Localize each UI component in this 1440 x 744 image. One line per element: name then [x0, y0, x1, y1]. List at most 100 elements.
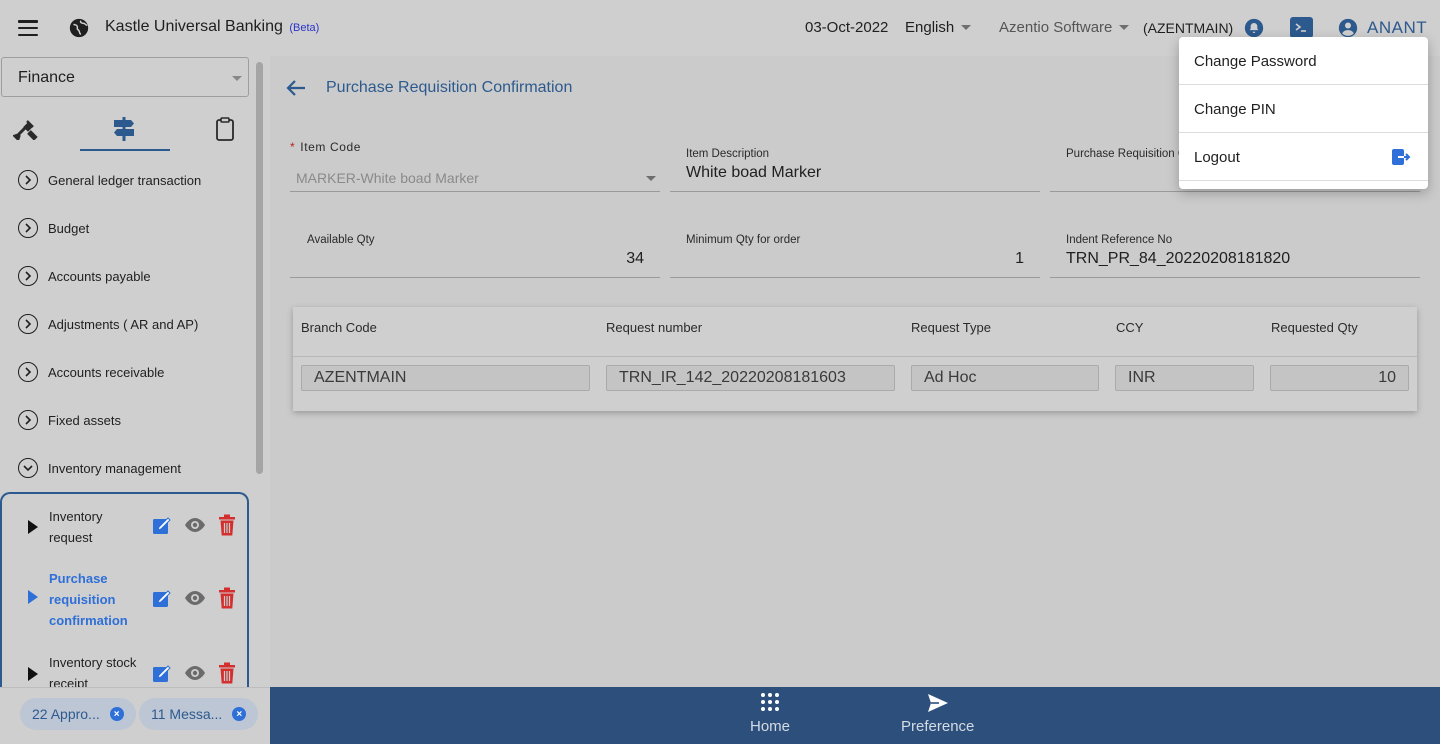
change-password-menu-item[interactable]: Change Password	[1179, 37, 1428, 85]
tools-icon	[13, 120, 38, 140]
submenu-item-label: Purchase requisition confirmation	[49, 571, 128, 628]
chevron-right-icon	[18, 266, 38, 286]
module-label: Finance	[18, 69, 75, 86]
edit-icon[interactable]	[152, 515, 172, 535]
divider	[1179, 180, 1428, 181]
user-menu-dropdown: Change Password Change PIN Logout	[1179, 37, 1428, 189]
messages-chip[interactable]: 11 Messa... ×	[139, 698, 259, 730]
sidebar-item-label: Fixed assets	[48, 412, 121, 428]
chevron-down-icon	[961, 25, 972, 30]
chevron-down-icon	[18, 458, 38, 478]
item-code-label: * Item Code	[290, 140, 362, 154]
purchase-requisition-label: Purchase Requisition C	[1066, 148, 1187, 160]
row-actions	[152, 587, 236, 609]
clipboard-icon	[216, 117, 234, 141]
page-title: Purchase Requisition Confirmation	[326, 79, 573, 96]
sidebar-item-label: Accounts receivable	[48, 364, 165, 380]
minimum-qty-field[interactable]: Minimum Qty for order 1	[670, 228, 1040, 278]
menu-item-label: Change PIN	[1194, 100, 1276, 118]
language-selector[interactable]: English	[905, 19, 972, 36]
minimum-qty-value: 1	[1015, 250, 1024, 267]
edit-icon[interactable]	[152, 588, 172, 608]
sidebar-item-budget[interactable]: Budget	[18, 216, 89, 240]
sidebar-item-general-ledger[interactable]: General ledger transaction	[18, 168, 201, 192]
logout-menu-item[interactable]: Logout	[1179, 133, 1428, 181]
indent-reference-field[interactable]: Indent Reference No TRN_PR_84_2022020818…	[1050, 228, 1420, 278]
tab-navigation[interactable]	[104, 112, 144, 146]
view-icon[interactable]	[184, 517, 206, 533]
sidebar-item-label: Budget	[48, 220, 90, 236]
available-qty-field[interactable]: Available Qty 34	[290, 228, 660, 278]
view-icon[interactable]	[184, 665, 206, 681]
chevron-right-icon	[18, 170, 38, 190]
approvals-chip[interactable]: 22 Appro... ×	[20, 698, 136, 730]
grid-header: Branch Code Request number Request Type …	[293, 307, 1417, 357]
chevron-down-icon	[232, 76, 242, 81]
item-description-label: Item Description	[686, 148, 770, 160]
sidebar-item-fixed-assets[interactable]: Fixed assets	[18, 408, 121, 432]
request-number-cell[interactable]: TRN_IR_142_20220208181603	[606, 365, 895, 391]
requested-qty-cell[interactable]: 10	[1270, 365, 1409, 391]
close-icon[interactable]: ×	[109, 707, 124, 721]
chevron-right-icon	[18, 218, 38, 238]
column-header: Branch Code	[301, 320, 377, 335]
sidebar-item-inventory-management[interactable]: Inventory management	[18, 456, 181, 480]
home-label: Home	[750, 718, 791, 735]
item-code-value: MARKER-White boad Marker	[296, 170, 479, 186]
bell-icon[interactable]	[1244, 18, 1264, 38]
delete-icon[interactable]	[218, 587, 236, 609]
current-date: 03-Oct-2022	[805, 19, 889, 36]
globe-icon	[69, 18, 89, 38]
branch-code-cell[interactable]: AZENTMAIN	[301, 365, 590, 391]
ccy-cell[interactable]: INR	[1115, 365, 1254, 391]
play-arrow-icon	[28, 520, 38, 534]
back-arrow-icon[interactable]	[286, 79, 306, 97]
user-avatar-icon[interactable]	[1338, 18, 1358, 38]
beta-label: (Beta)	[289, 22, 320, 34]
column-header: Request number	[606, 320, 703, 335]
logout-icon	[1392, 149, 1411, 165]
request-type-cell[interactable]: Ad Hoc	[911, 365, 1099, 391]
chevron-right-icon	[18, 362, 38, 382]
home-nav-button[interactable]: Home	[750, 693, 790, 735]
menu-item-label: Change Password	[1194, 52, 1317, 70]
delete-icon[interactable]	[218, 662, 236, 684]
sidebar-item-accounts-receivable[interactable]: Accounts receivable	[18, 360, 164, 384]
tab-tools[interactable]	[6, 112, 46, 146]
module-select[interactable]: Finance	[1, 57, 249, 97]
indent-reference-label: Indent Reference No	[1066, 234, 1173, 246]
sidebar: Finance General ledger transaction Budge…	[0, 56, 270, 744]
sidebar-item-label: General ledger transaction	[48, 172, 202, 188]
delete-icon[interactable]	[218, 514, 236, 536]
menu-icon[interactable]	[18, 20, 38, 36]
edit-icon[interactable]	[152, 663, 172, 683]
item-description-value: White boad Marker	[686, 164, 822, 181]
close-icon[interactable]: ×	[232, 707, 247, 721]
sidebar-scrollbar[interactable]	[256, 62, 263, 474]
sidebar-item-adjustments[interactable]: Adjustments ( AR and AP)	[18, 312, 198, 336]
terminal-icon[interactable]	[1290, 17, 1313, 38]
row-actions	[152, 662, 236, 684]
send-icon	[927, 694, 948, 712]
sidebar-item-label: Adjustments ( AR and AP)	[48, 316, 199, 332]
company-selector[interactable]: Azentio Software	[999, 19, 1130, 36]
play-arrow-icon	[28, 590, 38, 604]
view-icon[interactable]	[184, 590, 206, 606]
column-header: Request Type	[911, 320, 991, 335]
apps-grid-icon	[761, 693, 779, 711]
row-actions	[152, 514, 236, 536]
chevron-right-icon	[18, 410, 38, 430]
active-tab-indicator	[80, 149, 170, 151]
change-pin-menu-item[interactable]: Change PIN	[1179, 85, 1428, 133]
item-code-field[interactable]: * Item Code MARKER-White boad Marker	[290, 136, 660, 192]
tab-clipboard[interactable]	[205, 112, 245, 146]
sidebar-item-label: Inventory management	[48, 460, 181, 476]
menu-item-label: Logout	[1194, 148, 1240, 166]
request-grid: Branch Code Request number Request Type …	[293, 307, 1417, 411]
sidebar-item-accounts-payable[interactable]: Accounts payable	[18, 264, 151, 288]
preference-label: Preference	[901, 718, 975, 735]
user-name[interactable]: ANANT	[1367, 18, 1427, 38]
item-description-field[interactable]: Item Description White boad Marker	[670, 142, 1040, 192]
preference-nav-button[interactable]: Preference	[901, 693, 974, 735]
play-arrow-icon	[28, 667, 38, 681]
